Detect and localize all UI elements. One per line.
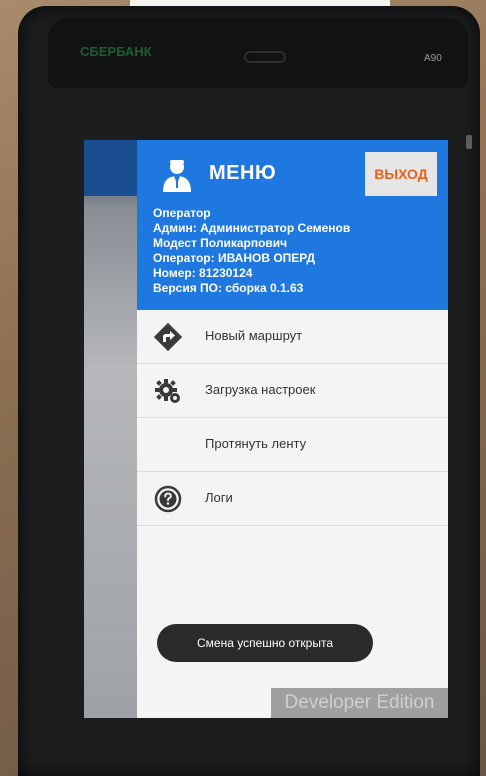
operator-avatar-icon: [161, 158, 193, 192]
operator-name: Оператор: ИВАНОВ ОПЕРД: [153, 251, 316, 265]
menu-item-feed-paper[interactable]: Протянуть ленту: [137, 418, 448, 472]
gear-download-icon: [153, 376, 183, 406]
side-sensor: [466, 135, 472, 149]
help-circle-icon: [153, 484, 183, 514]
menu-item-load-settings[interactable]: Загрузка настроек: [137, 364, 448, 418]
route-arrow-icon: [153, 322, 183, 352]
software-version: Версия ПО: сборка 0.1.63: [153, 281, 304, 295]
menu-item-label: Загрузка настроек: [205, 382, 316, 397]
menu-list: Новый маршрут Загрузка настроек Протянут…: [137, 310, 448, 526]
menu-item-new-route[interactable]: Новый маршрут: [137, 310, 448, 364]
menu-item-label: Протянуть ленту: [205, 436, 307, 451]
menu-item-label: Логи: [205, 490, 233, 505]
terminal-number: Номер: 81230124: [153, 266, 253, 280]
brand-logo: СБЕРБАНК: [80, 44, 152, 59]
developer-watermark: Developer Edition: [271, 688, 448, 718]
toast-message: Смена успешно открыта: [157, 624, 373, 662]
exit-button[interactable]: ВЫХОД: [365, 152, 437, 196]
menu-title: МЕНЮ: [209, 162, 277, 184]
background-app-strip: [84, 140, 137, 718]
navigation-drawer: МЕНЮ ВЫХОД Оператор Админ: Администратор…: [137, 140, 448, 718]
drawer-header: МЕНЮ ВЫХОД Оператор Админ: Администратор…: [137, 140, 448, 310]
operator-info: Оператор Админ: Администратор Семенов Мо…: [153, 206, 443, 296]
operator-role: Оператор: [153, 206, 211, 220]
menu-item-label: Новый маршрут: [205, 328, 303, 343]
menu-item-logs[interactable]: Логи: [137, 472, 448, 526]
printer-slot: [244, 51, 286, 63]
model-label: A90: [424, 53, 442, 64]
admin-name-continued: Модест Поликарпович: [153, 236, 288, 250]
screen: МЕНЮ ВЫХОД Оператор Админ: Администратор…: [84, 140, 448, 718]
admin-name: Админ: Администратор Семенов: [153, 221, 351, 235]
background-app-toolbar: [84, 140, 137, 196]
